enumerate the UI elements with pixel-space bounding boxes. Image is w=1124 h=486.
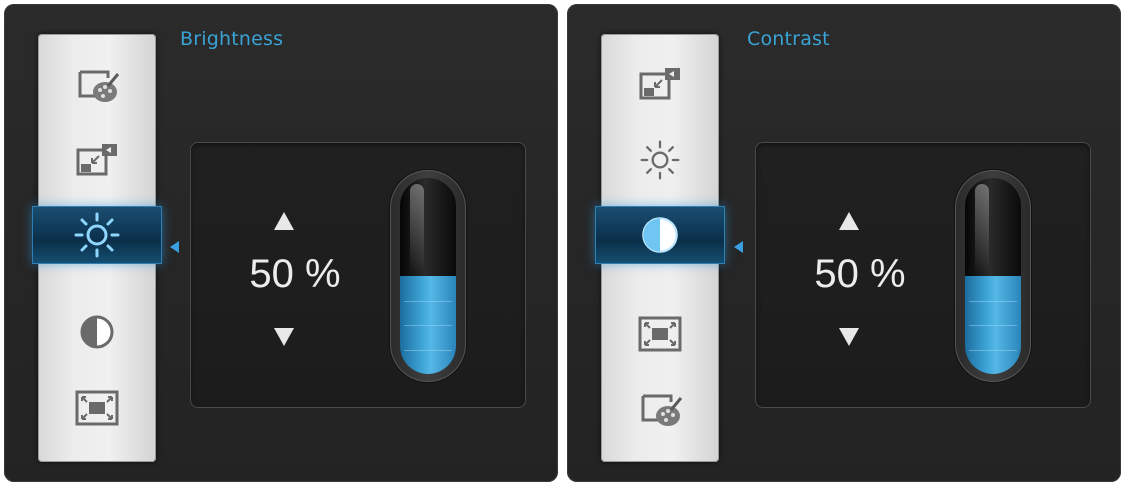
decrease-arrow-icon[interactable] — [274, 328, 294, 346]
menu-item-aspect-ratio[interactable] — [601, 304, 719, 364]
menu-item-pip[interactable] — [38, 130, 156, 190]
menu-item-brightness[interactable] — [601, 130, 719, 190]
level-fill — [400, 276, 456, 374]
value-readout: 50 % — [249, 252, 341, 296]
level-tube — [965, 178, 1021, 374]
value-adjust-box: 50 % — [755, 142, 1091, 408]
level-fill — [965, 276, 1021, 374]
menu-item-color-settings[interactable] — [38, 56, 156, 116]
value-adjust-box: 50 % — [190, 142, 526, 408]
color-palette-icon — [641, 394, 683, 426]
osd-title: Brightness — [180, 28, 284, 50]
contrast-icon — [80, 315, 114, 349]
picture-in-picture-icon — [76, 144, 117, 176]
brightness-sun-icon — [640, 140, 680, 180]
increase-arrow-icon[interactable] — [839, 212, 859, 230]
color-palette-icon — [78, 70, 120, 102]
brightness-sun-icon — [74, 212, 120, 258]
brightness-osd-panel: Brightness 50 % — [4, 4, 558, 482]
menu-item-color-settings[interactable] — [601, 380, 719, 440]
osd-title: Contrast — [747, 28, 830, 50]
contrast-icon — [642, 217, 678, 253]
contrast-osd-panel: Contrast 50 % — [567, 4, 1121, 482]
aspect-ratio-icon — [75, 390, 119, 426]
aspect-ratio-icon — [638, 316, 682, 352]
menu-item-aspect-ratio[interactable] — [38, 378, 156, 438]
menu-item-brightness[interactable] — [32, 206, 162, 264]
decrease-arrow-icon[interactable] — [839, 328, 859, 346]
menu-item-contrast[interactable] — [595, 206, 725, 264]
menu-item-contrast[interactable] — [38, 302, 156, 362]
selection-pointer-icon — [734, 241, 743, 253]
osd-menu-strip — [595, 34, 725, 462]
osd-menu-strip — [32, 34, 162, 462]
picture-in-picture-icon — [639, 68, 680, 100]
level-gauge — [390, 170, 466, 382]
value-readout: 50 % — [814, 252, 906, 296]
level-gauge — [955, 170, 1031, 382]
selection-pointer-icon — [170, 241, 179, 253]
menu-item-pip[interactable] — [601, 54, 719, 114]
increase-arrow-icon[interactable] — [274, 212, 294, 230]
level-tube — [400, 178, 456, 374]
